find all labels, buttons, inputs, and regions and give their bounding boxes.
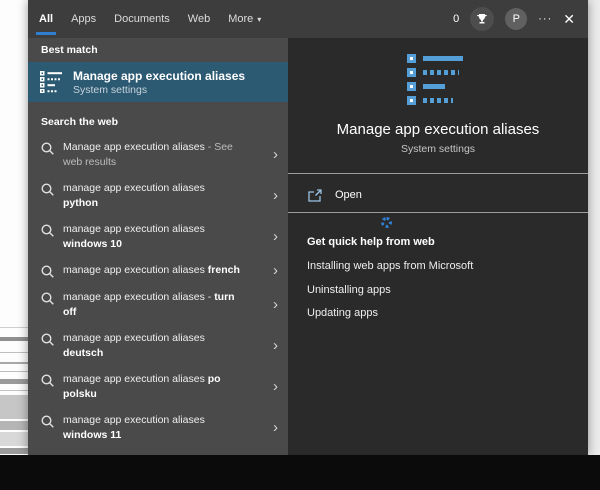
suggestion-text: manage app execution aliases po polsku (63, 373, 221, 400)
desktop-line (0, 362, 28, 364)
chevron-down-icon: ▾ (257, 14, 262, 24)
search-flyout: All Apps Documents Web More ▾ 0 P ··· ✕ B… (28, 0, 588, 455)
user-avatar[interactable]: P (505, 8, 528, 30)
preview-title: Manage app execution aliases (336, 121, 540, 138)
best-match-header: Best match (41, 44, 98, 56)
chevron-right-icon[interactable]: › (273, 188, 280, 203)
more-options-icon[interactable]: ··· (538, 13, 552, 25)
suggestion-text: Manage app execution aliases - See web r… (63, 141, 233, 168)
desktop-line (0, 337, 28, 341)
results-panel: Best match Manage app execution aliases … (28, 38, 288, 455)
preview-subtitle: System settings (400, 143, 476, 155)
search-panels: Best match Manage app execution aliases … (28, 38, 588, 455)
web-suggestion[interactable]: manage app execution aliases python › (28, 175, 288, 216)
best-match-text: Manage app execution aliases System sett… (73, 69, 245, 96)
chevron-right-icon[interactable]: › (273, 297, 280, 312)
desktop-line (0, 371, 28, 372)
search-filter-bar: All Apps Documents Web More ▾ 0 P ··· ✕ (28, 0, 588, 38)
desktop-line (0, 432, 28, 446)
open-label: Open (335, 189, 362, 201)
search-icon (41, 415, 54, 428)
desktop-line (0, 395, 28, 419)
chevron-right-icon[interactable]: › (273, 420, 280, 435)
best-match-result[interactable]: Manage app execution aliases System sett… (28, 62, 288, 102)
app-execution-aliases-icon-large (407, 54, 463, 105)
tab-more-label: More (228, 13, 254, 25)
help-link[interactable]: Uninstalling apps (307, 284, 391, 296)
suggestion-text: manage app execution aliases deutsch (63, 332, 205, 359)
suggestion-text: manage app execution aliases french (63, 264, 240, 276)
open-icon (308, 188, 322, 202)
web-suggestion[interactable]: manage app execution aliases windows 11 … (28, 407, 288, 448)
topbar-actions: 0 P ··· ✕ (453, 7, 588, 31)
desktop-line (0, 421, 28, 430)
desktop-background-right (588, 0, 600, 455)
web-suggestion[interactable]: manage app execution aliases windows 10 … (28, 216, 288, 257)
tab-web[interactable]: Web (188, 0, 210, 38)
divider (288, 173, 588, 174)
best-match-subtitle: System settings (73, 83, 148, 96)
open-action[interactable]: Open (288, 179, 588, 211)
suggestion-text: manage app execution aliases python (63, 182, 205, 209)
suggestion-text: manage app execution aliases - turn off (63, 291, 235, 318)
search-icon (41, 333, 54, 346)
desktop-line (0, 379, 28, 384)
search-icon (41, 142, 54, 155)
search-icon (41, 292, 54, 305)
search-icon (41, 224, 54, 237)
best-match-title: Manage app execution aliases (73, 68, 246, 83)
tab-all[interactable]: All (35, 0, 57, 38)
web-suggestion[interactable]: manage app execution aliases deutsch › (28, 325, 288, 366)
chevron-right-icon[interactable]: › (273, 379, 280, 394)
loading-spinner-icon (381, 217, 392, 228)
desktop-line (0, 390, 28, 391)
tab-more[interactable]: More ▾ (228, 0, 261, 38)
help-link[interactable]: Updating apps (307, 307, 378, 319)
chevron-right-icon[interactable]: › (273, 263, 280, 278)
web-suggestion[interactable]: manage app execution aliases po polsku › (28, 366, 288, 407)
help-link[interactable]: Installing web apps from Microsoft (307, 260, 473, 272)
desktop-line (0, 327, 28, 328)
rewards-trophy-icon[interactable] (470, 7, 495, 31)
suggestion-text: manage app execution aliases windows 11 (63, 414, 205, 441)
quick-help-header: Get quick help from web (307, 236, 435, 248)
web-suggestion[interactable]: manage app execution aliases french › (28, 257, 288, 284)
chevron-right-icon[interactable]: › (273, 147, 280, 162)
web-suggestion[interactable]: manage app execution aliases - turn off … (28, 284, 288, 325)
desktop-line (0, 448, 28, 454)
suggestion-text: manage app execution aliases windows 10 (63, 223, 205, 250)
search-web-header: Search the web (41, 116, 119, 128)
rewards-count: 0 (453, 13, 460, 25)
tab-apps[interactable]: Apps (71, 0, 96, 38)
preview-panel: Manage app execution aliases System sett… (288, 38, 588, 455)
search-icon (41, 183, 54, 196)
taskbar: Manage app execution aliases Python310 w… (0, 455, 600, 490)
app-execution-aliases-icon (40, 71, 62, 93)
close-icon[interactable]: ✕ (563, 11, 575, 28)
search-icon (41, 265, 54, 278)
divider (288, 212, 588, 213)
tab-documents[interactable]: Documents (114, 0, 170, 38)
chevron-right-icon[interactable]: › (273, 338, 280, 353)
chevron-right-icon[interactable]: › (273, 229, 280, 244)
desktop-background-left (0, 0, 28, 455)
windows-search-screen: All Apps Documents Web More ▾ 0 P ··· ✕ B… (0, 0, 600, 490)
web-suggestion[interactable]: Manage app execution aliases - See web r… (28, 134, 288, 175)
search-icon (41, 374, 54, 387)
desktop-line (0, 352, 28, 353)
